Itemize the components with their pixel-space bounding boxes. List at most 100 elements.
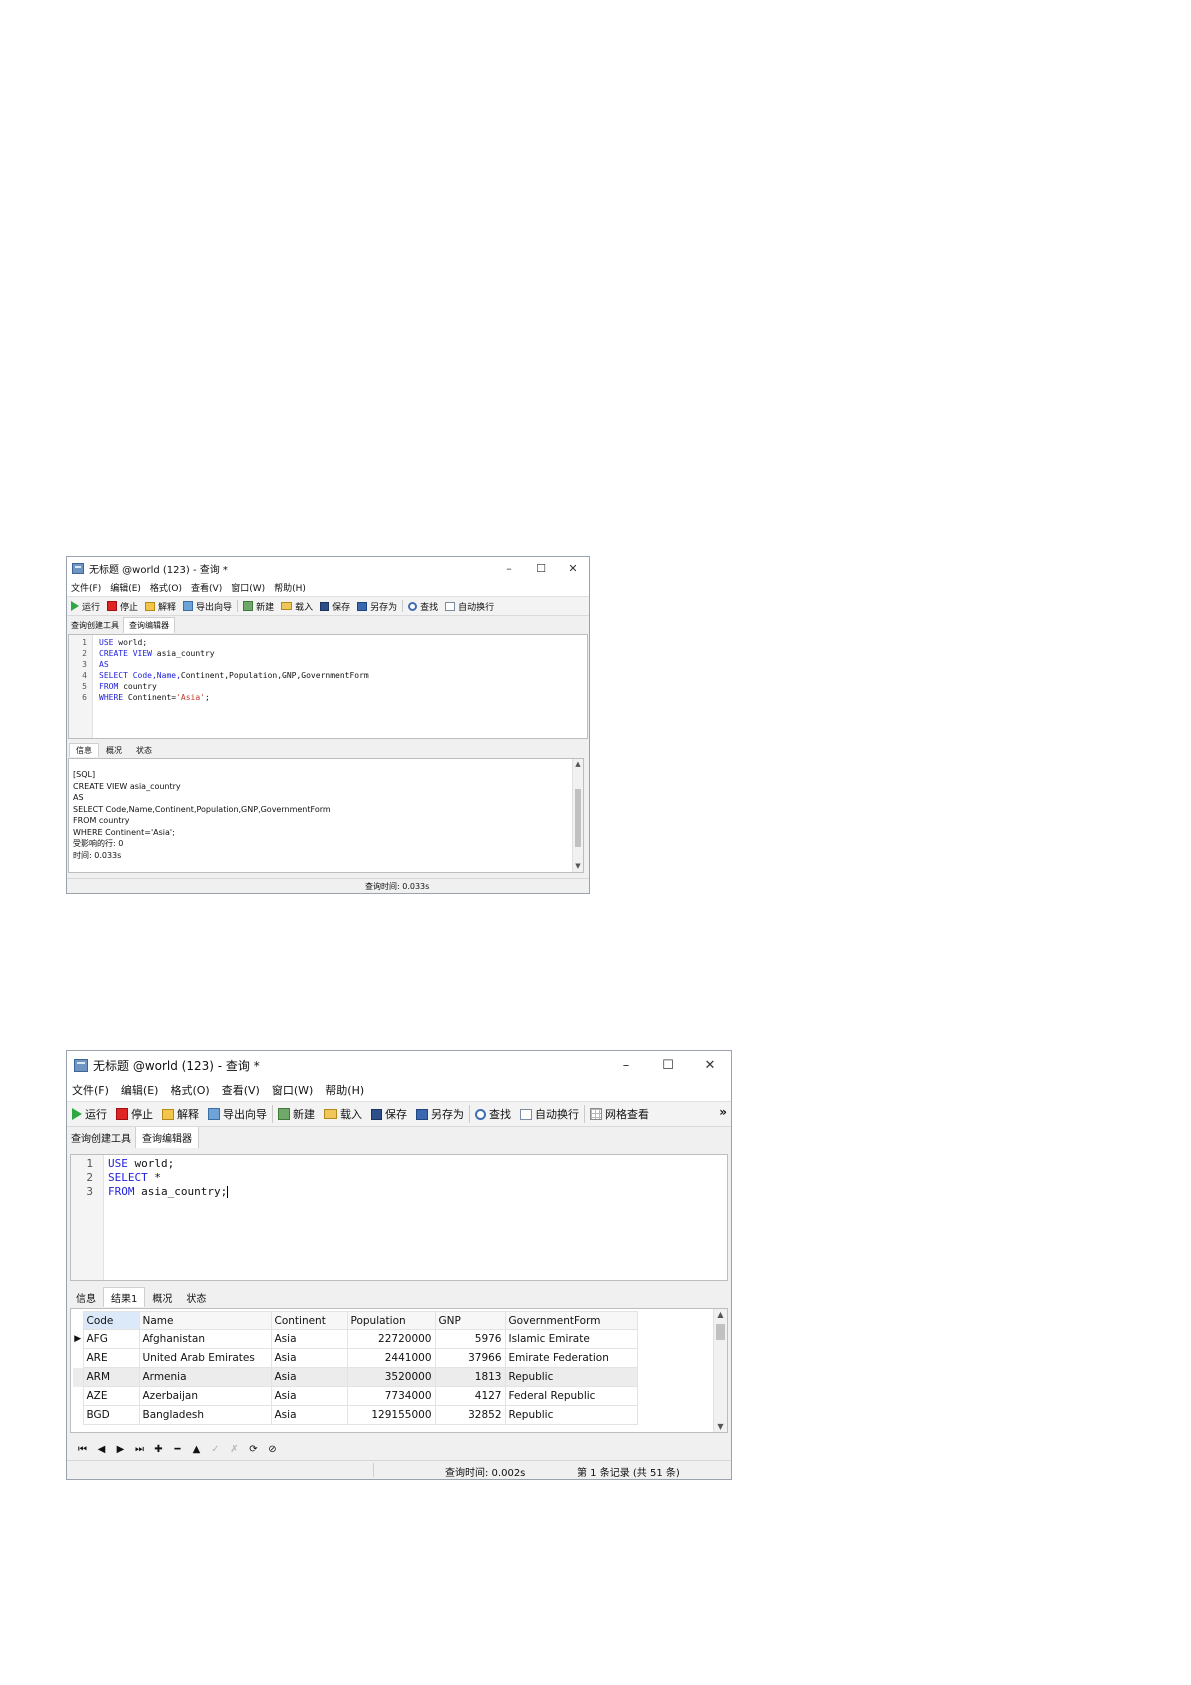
find-button[interactable]: 查找 <box>408 600 438 613</box>
cell-gnp[interactable]: 4127 <box>434 1386 506 1406</box>
menu-edit[interactable]: 编辑(E) <box>110 581 141 594</box>
cell-gnp[interactable]: 5976 <box>434 1329 506 1349</box>
export-wizard-button[interactable]: 导出向导 <box>208 1106 267 1122</box>
menu-format[interactable]: 格式(O) <box>150 581 182 594</box>
next-record-button[interactable]: ▶ <box>111 1444 130 1455</box>
maximize-button[interactable]: ☐ <box>525 562 557 575</box>
scroll-thumb[interactable] <box>716 1324 725 1340</box>
table-row[interactable]: BGD Bangladesh Asia 129155000 32852 Repu… <box>73 1405 638 1425</box>
cell-name[interactable]: Azerbaijan <box>138 1386 272 1406</box>
stop-button[interactable]: 停止 <box>107 600 138 613</box>
scroll-up-icon[interactable]: ▲ <box>714 1310 727 1319</box>
refresh-button[interactable]: ⟳ <box>244 1444 263 1455</box>
export-wizard-button[interactable]: 导出向导 <box>183 600 232 613</box>
menu-format[interactable]: 格式(O) <box>170 1082 209 1098</box>
cell-code[interactable]: ARM <box>82 1367 140 1387</box>
menu-view[interactable]: 查看(V) <box>191 581 222 594</box>
column-header[interactable]: Name <box>138 1311 272 1330</box>
toolbar-overflow-chevron-icon[interactable]: » <box>719 1105 727 1119</box>
save-as-button[interactable]: 另存为 <box>416 1106 464 1122</box>
sql-editor[interactable]: 1 2 3 USE world; SELECT * FROM asia_coun… <box>70 1154 728 1281</box>
cell-code[interactable]: AZE <box>82 1386 140 1406</box>
stop-query-button[interactable]: ⊘ <box>263 1444 282 1455</box>
tab-query-editor[interactable]: 查询编辑器 <box>123 617 175 633</box>
tab-query-builder[interactable]: 查询创建工具 <box>69 1130 135 1148</box>
menu-help[interactable]: 帮助(H) <box>325 1082 364 1098</box>
cell-government-form[interactable]: Federal Republic <box>504 1386 638 1406</box>
apply-button[interactable]: ✓ <box>206 1444 225 1455</box>
cell-government-form[interactable]: Republic <box>504 1405 638 1425</box>
table-row[interactable]: ARE United Arab Emirates Asia 2441000 37… <box>73 1348 638 1368</box>
table-row[interactable]: ▶ AFG Afghanistan Asia 22720000 5976 Isl… <box>73 1329 638 1349</box>
scroll-down-icon[interactable]: ▼ <box>714 1422 727 1431</box>
cell-continent[interactable]: Asia <box>270 1329 348 1349</box>
column-header[interactable]: Code <box>82 1311 140 1330</box>
load-button[interactable]: 载入 <box>324 1106 362 1122</box>
menu-window[interactable]: 窗口(W) <box>272 1082 313 1098</box>
cell-government-form[interactable]: Islamic Emirate <box>504 1329 638 1349</box>
tab-status[interactable]: 状态 <box>129 744 159 757</box>
cell-continent[interactable]: Asia <box>270 1386 348 1406</box>
menu-help[interactable]: 帮助(H) <box>274 581 306 594</box>
minimize-button[interactable]: – <box>605 1058 647 1073</box>
cell-code[interactable]: BGD <box>82 1405 140 1425</box>
tab-result-1[interactable]: 结果1 <box>103 1287 146 1307</box>
cell-population[interactable]: 129155000 <box>346 1405 436 1425</box>
save-button[interactable]: 保存 <box>371 1106 407 1122</box>
cell-government-form[interactable]: Emirate Federation <box>504 1348 638 1368</box>
table-row[interactable]: AZE Azerbaijan Asia 7734000 4127 Federal… <box>73 1386 638 1406</box>
tab-query-builder[interactable]: 查询创建工具 <box>69 620 123 633</box>
cell-gnp[interactable]: 1813 <box>434 1367 506 1387</box>
column-header[interactable]: GNP <box>434 1311 506 1330</box>
tab-info[interactable]: 信息 <box>69 1288 103 1307</box>
cell-continent[interactable]: Asia <box>270 1405 348 1425</box>
new-button[interactable]: 新建 <box>278 1106 315 1122</box>
close-button[interactable]: ✕ <box>557 562 589 575</box>
save-as-button[interactable]: 另存为 <box>357 600 397 613</box>
cell-code[interactable]: AFG <box>82 1329 140 1349</box>
load-button[interactable]: 载入 <box>281 600 313 613</box>
tab-query-editor[interactable]: 查询编辑器 <box>135 1126 199 1148</box>
run-button[interactable]: 运行 <box>71 600 100 613</box>
new-button[interactable]: 新建 <box>243 600 274 613</box>
menu-file[interactable]: 文件(F) <box>71 581 101 594</box>
info-message-panel[interactable]: [SQL] CREATE VIEW asia_country AS SELECT… <box>68 758 584 873</box>
cell-government-form[interactable]: Republic <box>504 1367 638 1387</box>
close-button[interactable]: ✕ <box>689 1058 731 1073</box>
cell-continent[interactable]: Asia <box>270 1367 348 1387</box>
tab-status[interactable]: 状态 <box>179 1288 213 1307</box>
cell-gnp[interactable]: 37966 <box>434 1348 506 1368</box>
cell-continent[interactable]: Asia <box>270 1348 348 1368</box>
cell-name[interactable]: Bangladesh <box>138 1405 272 1425</box>
explain-button[interactable]: 解释 <box>162 1106 199 1122</box>
first-record-button[interactable]: ⏮ <box>73 1444 92 1455</box>
explain-button[interactable]: 解释 <box>145 600 176 613</box>
run-button[interactable]: 运行 <box>72 1106 107 1122</box>
save-button[interactable]: 保存 <box>320 600 350 613</box>
stop-button[interactable]: 停止 <box>116 1106 153 1122</box>
add-record-button[interactable]: ✚ <box>149 1444 168 1455</box>
last-record-button[interactable]: ⏭ <box>130 1444 149 1455</box>
cell-name[interactable]: Afghanistan <box>138 1329 272 1349</box>
cell-population[interactable]: 3520000 <box>346 1367 436 1387</box>
menu-view[interactable]: 查看(V) <box>222 1082 260 1098</box>
delete-record-button[interactable]: ━ <box>168 1444 187 1455</box>
cell-population[interactable]: 7734000 <box>346 1386 436 1406</box>
cell-population[interactable]: 2441000 <box>346 1348 436 1368</box>
menu-window[interactable]: 窗口(W) <box>231 581 265 594</box>
menu-edit[interactable]: 编辑(E) <box>121 1082 159 1098</box>
scroll-down-icon[interactable]: ▼ <box>573 861 583 873</box>
discard-button[interactable]: ✗ <box>225 1444 244 1455</box>
menu-file[interactable]: 文件(F) <box>72 1082 109 1098</box>
cell-code[interactable]: ARE <box>82 1348 140 1368</box>
title-bar[interactable]: 无标题 @world (123) - 查询 * – ☐ ✕ <box>67 557 589 579</box>
scroll-thumb[interactable] <box>575 789 581 847</box>
auto-wrap-button[interactable]: 自动换行 <box>445 600 494 613</box>
find-button[interactable]: 查找 <box>475 1106 511 1122</box>
sql-editor[interactable]: 1 2 3 4 5 6 USE world; CREATE VIEW asia_… <box>68 634 588 739</box>
move-up-button[interactable]: ▲ <box>187 1444 206 1455</box>
vertical-scrollbar[interactable]: ▲ ▼ <box>572 759 583 872</box>
vertical-scrollbar[interactable]: ▲ ▼ <box>713 1309 727 1432</box>
grid-view-button[interactable]: 网格查看 <box>590 1106 649 1122</box>
cell-name[interactable]: Armenia <box>138 1367 272 1387</box>
